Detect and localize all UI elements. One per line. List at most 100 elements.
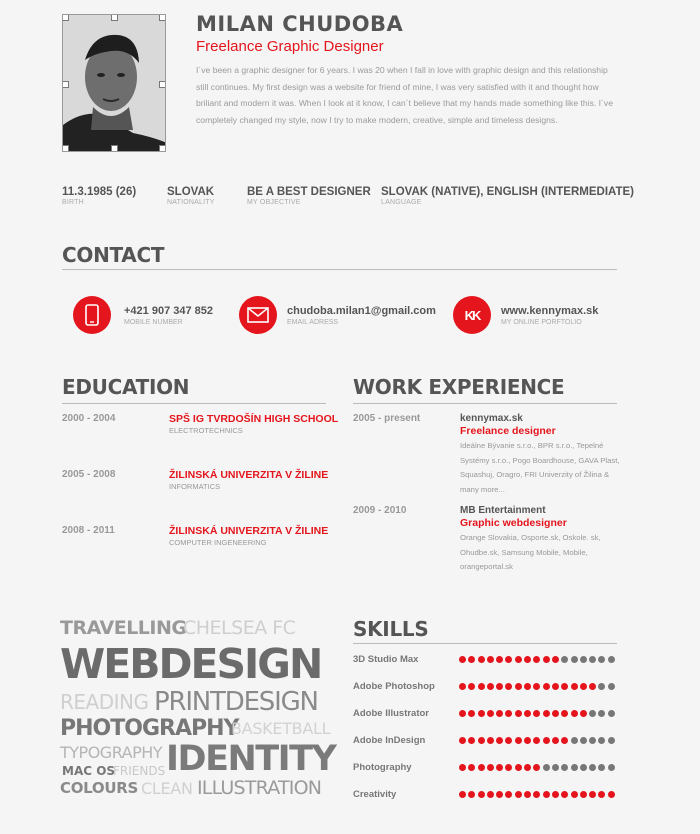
skill-dot-filled [496, 656, 504, 663]
skill-dot-filled [551, 791, 559, 798]
skill-dot-empty [589, 764, 597, 771]
skill-dot-filled [459, 656, 466, 663]
skill-dot-filled [570, 710, 578, 717]
skill-rating [459, 710, 617, 717]
skill-dot-filled [459, 764, 466, 771]
skill-dot-empty [589, 737, 597, 744]
cloud-word: FRIENDS [113, 764, 166, 778]
work-company: MB Entertainment [460, 505, 546, 516]
skill-dot-filled [542, 791, 550, 798]
skill-dot-filled [542, 656, 550, 663]
contact-value: chudoba.milan1@gmail.com [287, 304, 436, 317]
skill-dot-filled [551, 683, 559, 690]
skill-dot-filled [496, 710, 504, 717]
skill-dot-filled [477, 656, 485, 663]
contact-email[interactable]: chudoba.milan1@gmail.com EMAIL ADRESS [239, 296, 436, 334]
skill-dot-filled [533, 710, 541, 717]
education-years: 2000 - 2004 [62, 413, 116, 424]
skill-dot-filled [505, 764, 513, 771]
school-name: ŽILINSKÁ UNIVERZITA V ŽILINE [169, 469, 329, 481]
skill-dot-filled [505, 710, 513, 717]
skill-name: Creativity [353, 789, 397, 800]
skill-dot-filled [524, 683, 532, 690]
skill-dot-filled [589, 683, 597, 690]
profile-photo [62, 14, 166, 152]
skill-dot-empty [607, 683, 615, 690]
skill-dot-empty [589, 710, 597, 717]
cloud-word: WEBDESIGN [60, 640, 323, 688]
skill-dot-empty [570, 737, 578, 744]
skill-dot-filled [505, 791, 513, 798]
skill-dot-filled [477, 710, 485, 717]
skill-dot-filled [514, 791, 522, 798]
work-item: kennymax.sk Freelance designer Ideálne B… [460, 413, 630, 497]
skill-dot-filled [468, 656, 476, 663]
skill-dot-filled [477, 737, 485, 744]
skill-dot-filled [570, 683, 578, 690]
skill-dot-filled [542, 737, 550, 744]
skill-dot-filled [551, 710, 559, 717]
cloud-word: IDENTITY [166, 739, 337, 779]
mobile-phone-icon [73, 296, 111, 334]
skill-dot-filled [570, 791, 578, 798]
skill-dot-filled [505, 737, 513, 744]
skill-dot-filled [514, 737, 522, 744]
contact-label: MY ONLINE PORFTOLIO [501, 318, 582, 326]
skill-dot-filled [542, 683, 550, 690]
skill-dot-filled [514, 764, 522, 771]
skill-rating [459, 737, 617, 744]
info-value: SLOVAK (NATIVE), ENGLISH (INTERMEDIATE) [381, 186, 634, 198]
work-divider [353, 403, 617, 404]
contact-divider [62, 269, 617, 270]
school-field: COMPUTER INGENEERING [169, 538, 267, 547]
skill-name: Adobe InDesign [353, 735, 426, 746]
skill-name: Adobe Illustrator [353, 708, 430, 719]
skill-dot-filled [496, 683, 504, 690]
info-value: BE A BEST DESIGNER [247, 186, 371, 198]
skill-dot-filled [533, 656, 541, 663]
skill-dot-filled [533, 683, 541, 690]
education-item: 2008 - 2011 [62, 525, 115, 536]
work-years: 2009 - 2010 [353, 505, 407, 516]
contact-phone[interactable]: +421 907 347 852 MOBILE NUMBER [73, 296, 213, 334]
cloud-word: CLEAN [141, 779, 193, 798]
work-item: MB Entertainment Graphic webdesigner Ora… [460, 505, 630, 575]
skill-name: 3D Studio Max [353, 654, 419, 665]
info-value: 11.3.1985 (26) [62, 186, 137, 198]
education-detail: ŽILINSKÁ UNIVERZITA V ŽILINE COMPUTER IN… [169, 525, 328, 547]
school-name: SPŠ IG TVRDOŠÍN HIGH SCHOOL [169, 413, 339, 425]
cloud-word: PRINTDESIGN [154, 687, 319, 717]
skill-rating [459, 791, 617, 798]
cloud-word: PHOTOGRAPHY [60, 716, 239, 741]
skill-dot-filled [561, 710, 569, 717]
skill-dot-filled [468, 764, 476, 771]
skill-dot-filled [468, 683, 476, 690]
skill-dot-filled [477, 764, 485, 771]
school-field: INFORMATICS [169, 482, 221, 491]
skill-dot-filled [524, 737, 532, 744]
skill-dot-filled [459, 791, 466, 798]
skill-dot-filled [533, 764, 541, 771]
skill-dot-filled [561, 683, 569, 690]
work-description: Orange Slovakia, Osporte.sk, Oskole. sk,… [460, 533, 601, 571]
skill-dot-filled [486, 737, 494, 744]
skill-dot-filled [505, 656, 513, 663]
contact-portfolio[interactable]: KK www.kennymax.sk MY ONLINE PORFTOLIO [453, 296, 598, 334]
cloud-word: CHELSEA FC [183, 617, 296, 639]
cloud-word: TRAVELLING [60, 617, 187, 639]
skill-dot-empty [551, 764, 559, 771]
cloud-word: TYPOGRAPHY [60, 743, 163, 762]
skill-rating [459, 656, 617, 663]
skill-dot-empty [598, 683, 606, 690]
contact-label: MOBILE NUMBER [124, 318, 183, 326]
skill-dot-filled [514, 710, 522, 717]
skill-dot-filled [468, 791, 476, 798]
skill-dot-empty [542, 764, 550, 771]
contact-heading: CONTACT [62, 243, 165, 267]
skill-dot-empty [579, 656, 587, 663]
skill-dot-filled [486, 656, 494, 663]
skill-dot-filled [477, 791, 485, 798]
skill-dot-filled [579, 791, 587, 798]
cloud-word: ILLUSTRATION [197, 777, 322, 799]
intro-text: I´ve been a graphic designer for 6 years… [196, 65, 613, 125]
